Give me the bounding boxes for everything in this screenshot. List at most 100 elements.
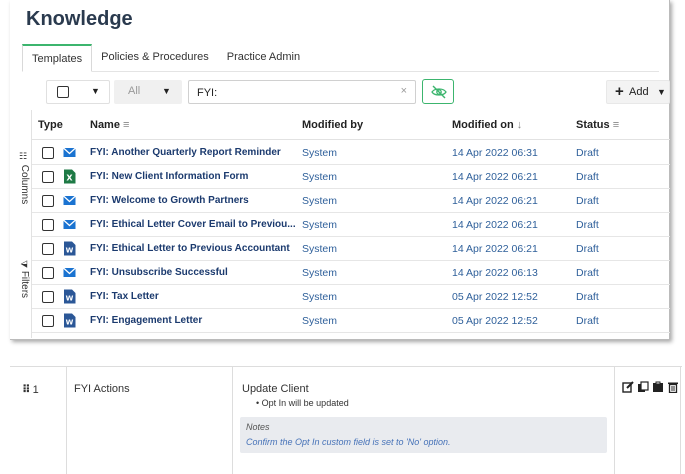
columns-panel-toggle[interactable]: ☷ Columns [12, 152, 30, 204]
modified-by-cell: System [302, 171, 338, 183]
filters-panel-toggle[interactable]: ⧩ Filters [12, 260, 30, 298]
status-cell: Draft [576, 147, 599, 159]
clipboard-icon[interactable] [652, 381, 664, 393]
column-divider [66, 367, 67, 474]
tab-practice-admin[interactable]: Practice Admin [218, 44, 309, 72]
email-icon [63, 265, 76, 280]
template-name[interactable]: FYI: Tax Letter [90, 291, 298, 302]
template-name[interactable]: FYI: Ethical Letter to Previous Accounta… [90, 243, 298, 254]
row-checkbox[interactable] [42, 267, 54, 279]
modified-by-cell: System [302, 243, 338, 255]
svg-text:W: W [66, 319, 74, 327]
grid-header: Type Name ≡ Modified by Modified on ↓ St… [32, 110, 670, 140]
filters-label: Filters [19, 270, 30, 299]
word-file-icon: W [63, 289, 76, 304]
tab-policies-procedures[interactable]: Policies & Procedures [92, 44, 218, 72]
template-name[interactable]: FYI: Welcome to Growth Partners [90, 195, 298, 206]
modified-on-cell: 14 Apr 2022 06:21 [452, 219, 538, 231]
excel-file-icon: X [63, 169, 76, 184]
filter-lines-icon[interactable]: ≡ [613, 119, 619, 131]
row-checkbox[interactable] [42, 171, 54, 183]
table-row[interactable]: FYI: Unsubscribe Successful System 14 Apr … [32, 261, 670, 285]
caret-down-icon: ▼ [657, 87, 666, 97]
modified-on-cell: 14 Apr 2022 06:31 [452, 147, 538, 159]
type-filter-select[interactable]: All ▼ [114, 80, 182, 104]
columns-icon: ☷ [19, 152, 29, 162]
modified-by-cell: System [302, 219, 338, 231]
edit-icon[interactable] [622, 381, 634, 393]
tab-templates[interactable]: Templates [22, 44, 93, 72]
column-header-name[interactable]: Name ≡ [90, 119, 129, 131]
column-header-type[interactable]: Type [38, 119, 63, 131]
email-icon [63, 193, 76, 208]
table-row[interactable]: FYI: Another Quarterly Report Reminder Sy… [32, 141, 670, 165]
select-all-dropdown[interactable]: ▼ [46, 80, 110, 104]
row-checkbox[interactable] [42, 315, 54, 327]
toggle-hidden-button[interactable] [422, 79, 454, 104]
word-file-icon: W [63, 313, 76, 328]
add-button[interactable]: + Add ▼ [606, 80, 670, 104]
column-header-name-label: Name [90, 119, 120, 131]
action-order-number: 1 [32, 384, 39, 396]
svg-text:X: X [66, 174, 73, 183]
template-name[interactable]: FYI: Another Quarterly Report Reminder [90, 147, 298, 158]
column-header-modified-on[interactable]: Modified on ↓ [452, 119, 522, 131]
status-cell: Draft [576, 291, 599, 303]
column-header-modified-on-label: Modified on [452, 119, 514, 131]
row-checkbox[interactable] [42, 219, 54, 231]
table-row[interactable]: FYI: Welcome to Growth Partners System 14 … [32, 189, 670, 213]
table-row[interactable]: W FYI: Ethical Letter to Previous Account… [32, 237, 670, 261]
row-checkbox[interactable] [42, 147, 54, 159]
template-name[interactable]: FYI: New Client Information Form [90, 171, 298, 182]
modified-by-cell: System [302, 291, 338, 303]
action-order[interactable]: ⠿ 1 [22, 383, 39, 396]
column-header-status-label: Status [576, 119, 610, 131]
templates-card: Knowledge Templates Policies & Procedure… [10, 0, 670, 340]
plus-icon: + [615, 83, 624, 100]
page-title: Knowledge [26, 8, 133, 30]
row-checkbox[interactable] [42, 243, 54, 255]
row-checkbox[interactable] [42, 291, 54, 303]
select-all-checkbox[interactable] [57, 86, 69, 98]
copy-icon[interactable] [637, 381, 649, 393]
clear-search-icon[interactable]: × [401, 85, 407, 97]
column-divider [614, 367, 615, 474]
status-cell: Draft [576, 171, 599, 183]
action-icons [622, 381, 679, 393]
eye-slash-icon [431, 85, 447, 99]
filter-lines-icon[interactable]: ≡ [123, 119, 129, 131]
search-input[interactable] [197, 85, 387, 100]
tab-bar: Templates Policies & Procedures Practice… [22, 44, 659, 72]
caret-down-icon[interactable]: ▼ [91, 86, 100, 96]
template-name[interactable]: FYI: Unsubscribe Successful [90, 267, 298, 278]
filter-icon: ⧩ [19, 260, 29, 269]
column-divider [232, 367, 233, 474]
notes-heading: Notes [246, 422, 270, 432]
status-cell: Draft [576, 267, 599, 279]
trash-icon[interactable] [667, 381, 679, 393]
table-row[interactable]: W FYI: Tax Letter System 05 Apr 2022 12:52 D… [32, 285, 670, 309]
table-row[interactable]: X FYI: New Client Information Form System 1… [32, 165, 670, 189]
template-name[interactable]: FYI: Engagement Letter [90, 315, 298, 326]
columns-label: Columns [19, 164, 30, 205]
notes-text: Confirm the Opt In custom field is set t… [246, 437, 451, 447]
action-title: Update Client [242, 383, 309, 395]
modified-on-cell: 14 Apr 2022 06:21 [452, 243, 538, 255]
column-header-status[interactable]: Status ≡ [576, 119, 619, 131]
modified-by-cell: System [302, 267, 338, 279]
column-header-modified-by[interactable]: Modified by [302, 119, 363, 131]
toolbar: ▼ All ▼ × + Add ▼ [10, 78, 670, 106]
email-icon [63, 217, 76, 232]
row-checkbox[interactable] [42, 195, 54, 207]
status-cell: Draft [576, 243, 599, 255]
email-icon [63, 145, 76, 160]
type-filter-value: All [128, 85, 141, 97]
modified-by-cell: System [302, 315, 338, 327]
table-row[interactable]: FYI: Ethical Letter Cover Email to Previ… [32, 213, 670, 237]
table-row[interactable]: W FYI: Engagement Letter System 05 Apr 2022… [32, 309, 670, 333]
modified-on-cell: 05 Apr 2022 12:52 [452, 315, 538, 327]
drag-handle-icon[interactable]: ⠿ [22, 384, 31, 396]
template-name[interactable]: FYI: Ethical Letter Cover Email to Previ… [90, 219, 298, 230]
modified-on-cell: 14 Apr 2022 06:21 [452, 195, 538, 207]
modified-on-cell: 05 Apr 2022 12:52 [452, 291, 538, 303]
